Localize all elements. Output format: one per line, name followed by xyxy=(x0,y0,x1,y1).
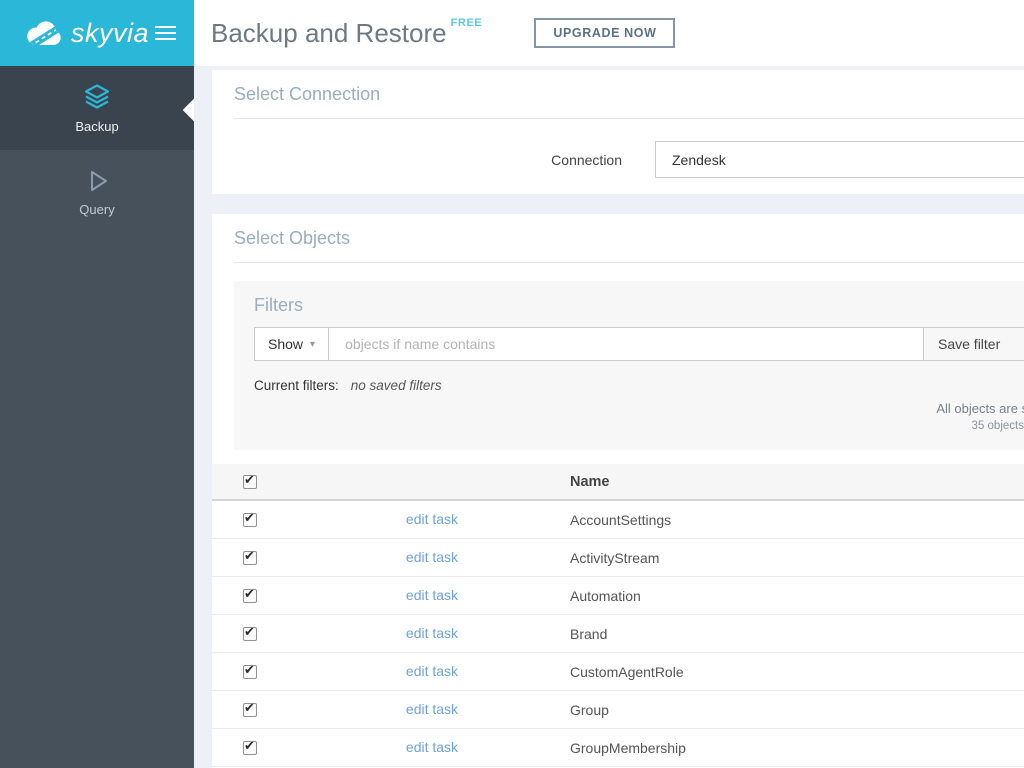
filter-name-input[interactable] xyxy=(329,327,924,361)
table-row: ✔ edit task ActivityStream xyxy=(212,539,1024,577)
edit-task-link[interactable]: edit task xyxy=(406,625,458,641)
check-icon: ✔ xyxy=(244,699,255,715)
upgrade-now-button[interactable]: UPGRADE NOW xyxy=(534,18,676,48)
select-connection-card: Select Connection Connection Zendesk xyxy=(212,70,1024,194)
play-icon xyxy=(83,167,111,195)
object-name: Brand xyxy=(570,625,608,642)
chevron-down-icon: ▾ xyxy=(310,338,316,350)
selection-count-text: 35 objects selected xyxy=(971,420,1024,432)
objects-table: ✔ Name ✔ edit task AccountSettings ✔ edi… xyxy=(212,464,1024,767)
section-title-objects: Select Objects xyxy=(234,228,351,248)
object-name: Group xyxy=(570,701,609,718)
select-all-checkbox[interactable]: ✔ xyxy=(243,471,257,489)
section-title-connection: Select Connection xyxy=(234,84,381,104)
name-column-header: Name xyxy=(570,473,610,490)
row-checkbox[interactable]: ✔ xyxy=(243,509,257,527)
show-dropdown-button[interactable]: Show ▾ xyxy=(254,327,330,361)
menu-icon[interactable] xyxy=(155,22,176,44)
layers-icon xyxy=(82,82,112,112)
check-icon: ✔ xyxy=(244,471,255,487)
row-checkbox[interactable]: ✔ xyxy=(243,585,257,603)
selection-summary: All objects are selected 35 objects sele… xyxy=(254,401,1024,432)
object-name: AccountSettings xyxy=(570,511,672,528)
sidebar-item-query[interactable]: Query xyxy=(0,150,194,234)
main-content: Select Connection Connection Zendesk Sel… xyxy=(194,66,1024,768)
check-icon: ✔ xyxy=(244,623,255,639)
table-row: ✔ edit task CustomAgentRole xyxy=(212,653,1024,691)
check-icon: ✔ xyxy=(244,661,255,677)
connection-label: Connection xyxy=(551,151,622,168)
table-row: ✔ edit task GroupMembership xyxy=(212,729,1024,767)
filters-panel: Filters Show ▾ Save filter Current filte… xyxy=(234,281,1024,450)
topbar-main: Backup and Restore FREE UPGRADE NOW xyxy=(194,0,1024,66)
current-filters-value: no saved filters xyxy=(350,378,442,393)
save-filter-button[interactable]: Save filter xyxy=(924,327,1024,361)
filter-bar: Show ▾ Save filter xyxy=(254,327,1024,361)
edit-task-link[interactable]: edit task xyxy=(406,587,458,603)
row-checkbox[interactable]: ✔ xyxy=(243,737,257,755)
row-checkbox[interactable]: ✔ xyxy=(243,699,257,717)
divider xyxy=(234,262,1024,263)
selection-summary-text: All objects are selected xyxy=(936,401,1024,416)
current-filters-line: Current filters: no saved filters xyxy=(254,378,1024,393)
check-icon: ✔ xyxy=(244,509,255,525)
connection-field-row: Connection Zendesk xyxy=(234,141,1024,178)
row-checkbox[interactable]: ✔ xyxy=(243,661,257,679)
connection-select-value: Zendesk xyxy=(672,151,726,168)
sidebar-item-label: Query xyxy=(79,202,115,217)
edit-task-link[interactable]: edit task xyxy=(406,549,458,565)
sidebar-item-label: Backup xyxy=(75,119,119,134)
show-dropdown-label: Show xyxy=(268,336,304,352)
connection-select[interactable]: Zendesk xyxy=(655,141,1024,178)
table-row: ✔ edit task Brand xyxy=(212,615,1024,653)
divider xyxy=(234,118,1024,119)
page-title: Backup and Restore xyxy=(211,17,447,48)
row-checkbox[interactable]: ✔ xyxy=(243,547,257,565)
table-row: ✔ edit task AccountSettings xyxy=(212,501,1024,539)
edit-task-link[interactable]: edit task xyxy=(406,511,458,527)
object-name: CustomAgentRole xyxy=(570,663,684,680)
topbar: skyvia Backup and Restore FREE UPGRADE N… xyxy=(0,0,1024,66)
row-checkbox[interactable]: ✔ xyxy=(243,623,257,641)
edit-task-link[interactable]: edit task xyxy=(406,739,458,755)
edit-task-link[interactable]: edit task xyxy=(406,663,458,679)
logo-text: skyvia xyxy=(71,17,150,48)
check-icon: ✔ xyxy=(244,737,255,753)
edit-task-link[interactable]: edit task xyxy=(406,701,458,717)
sidebar: Backup Query xyxy=(0,66,206,768)
plan-badge: FREE xyxy=(450,17,483,29)
table-row: ✔ edit task Automation xyxy=(212,577,1024,615)
object-name: Automation xyxy=(570,587,641,604)
object-name: ActivityStream xyxy=(570,549,660,566)
cloud-logo-icon xyxy=(26,20,62,46)
check-icon: ✔ xyxy=(244,547,255,563)
brand-block: skyvia xyxy=(0,0,194,66)
check-icon: ✔ xyxy=(244,585,255,601)
select-objects-card: Select Objects Filters Show ▾ Save filte… xyxy=(212,214,1024,768)
filters-title: Filters xyxy=(254,295,303,315)
table-header-row: ✔ Name xyxy=(212,464,1024,501)
table-row: ✔ edit task Group xyxy=(212,691,1024,729)
object-name: GroupMembership xyxy=(570,739,686,756)
current-filters-label: Current filters: xyxy=(254,378,339,393)
sidebar-item-backup[interactable]: Backup xyxy=(0,66,194,150)
